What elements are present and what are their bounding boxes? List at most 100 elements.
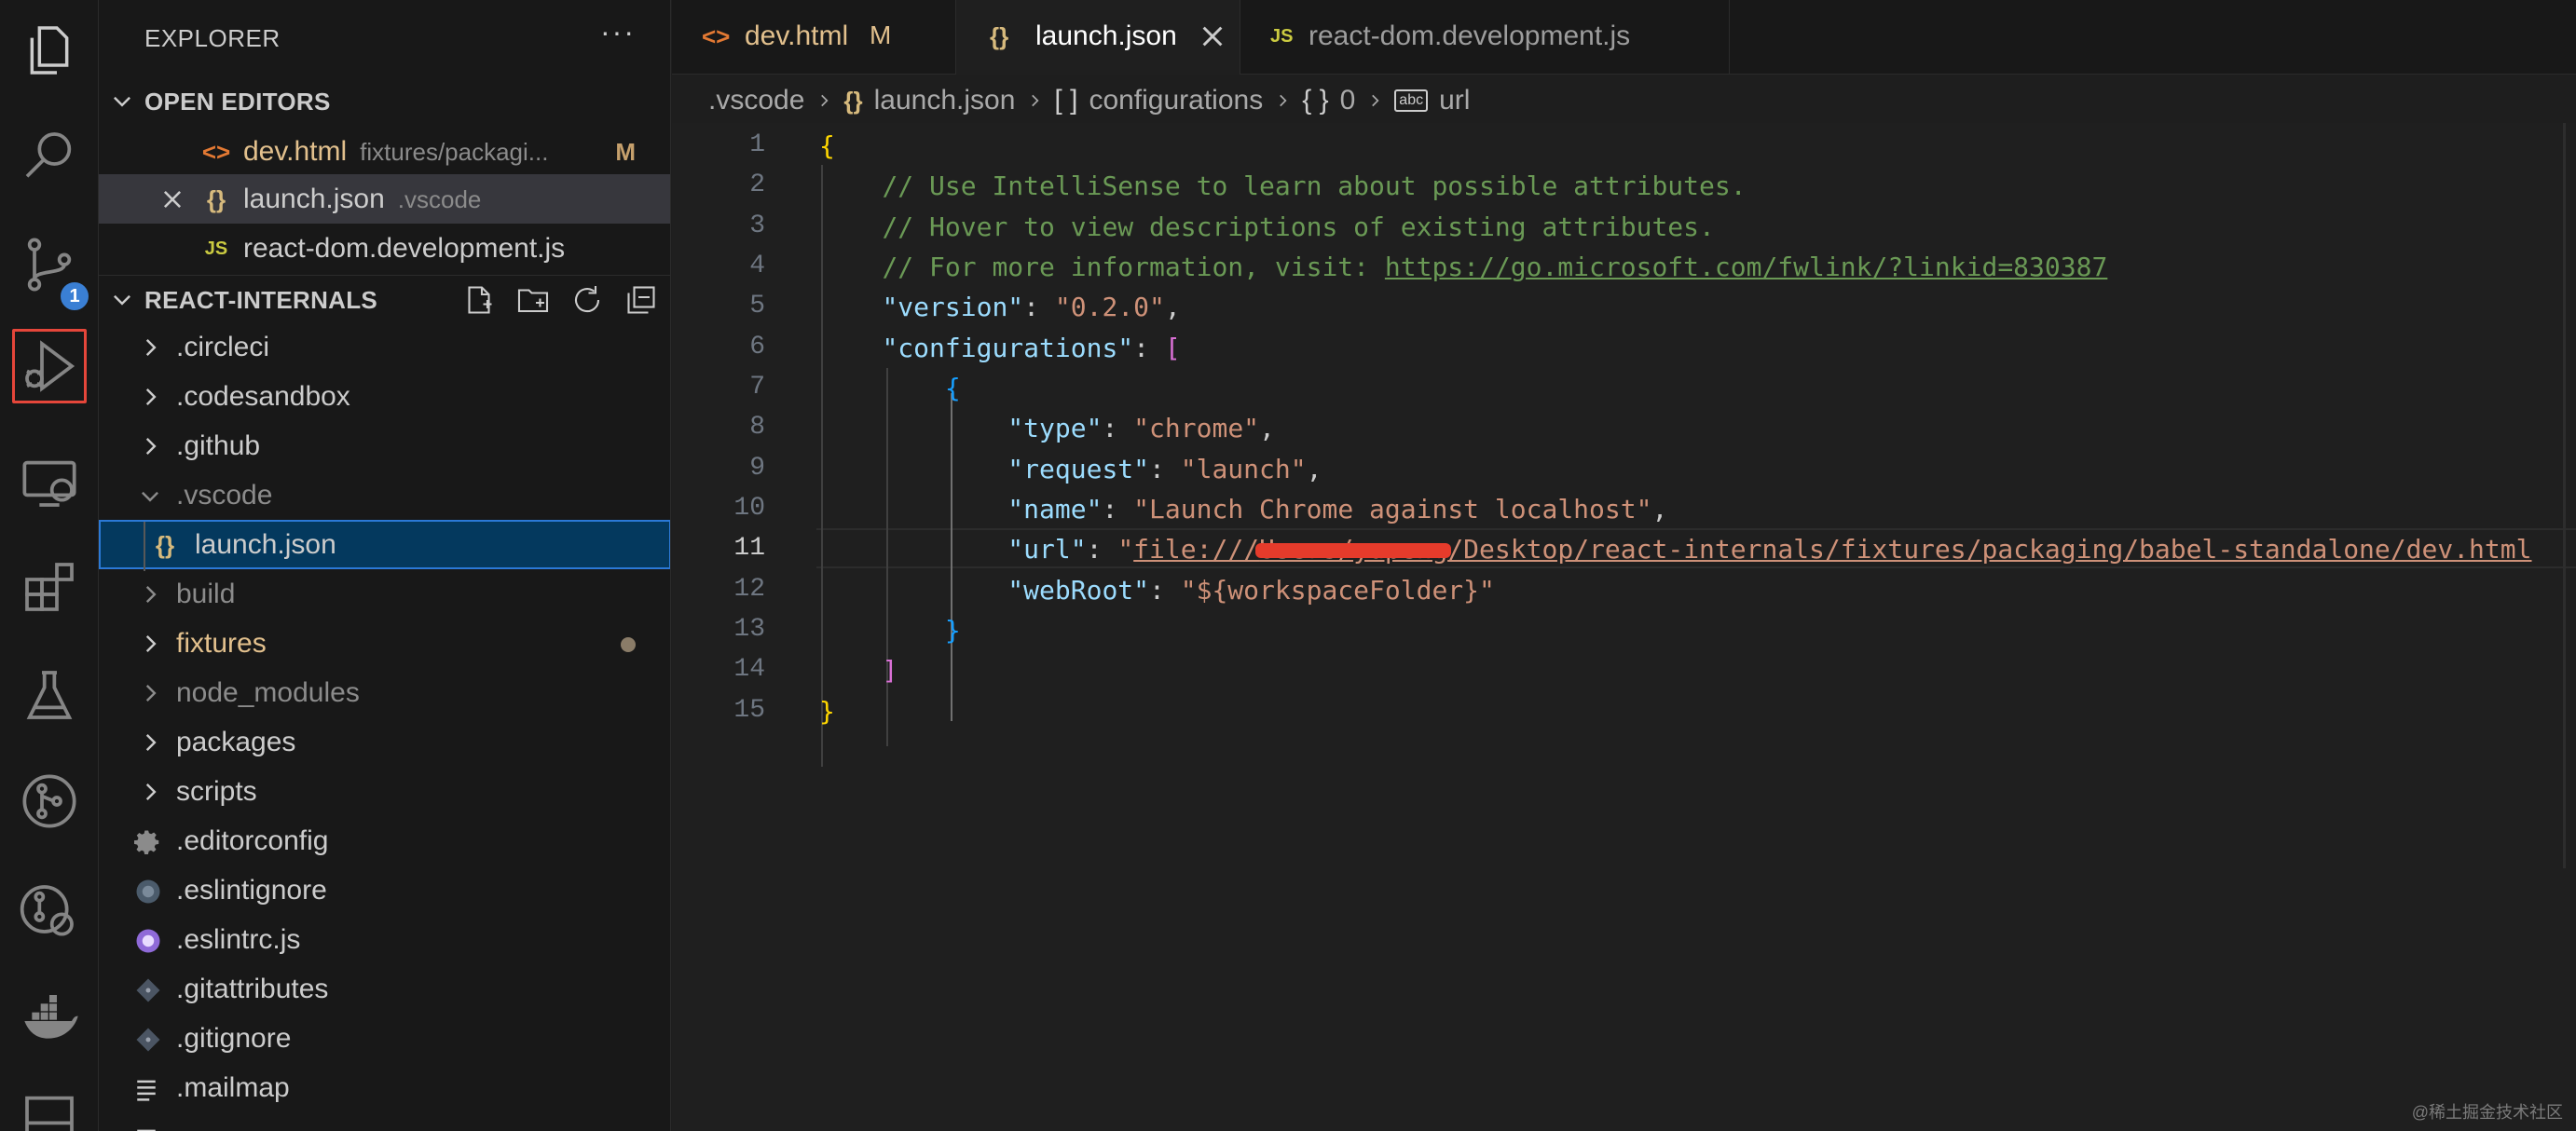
- collapse-all-icon[interactable]: [624, 283, 658, 317]
- tree-label: .codesandbox: [176, 381, 350, 412]
- sidebar-title: EXPLORER: [144, 24, 281, 52]
- chevron-right-icon: [1032, 94, 1039, 107]
- line-number: 15: [733, 696, 765, 725]
- tree-folder[interactable]: .github: [99, 421, 670, 470]
- eslint-icon: [136, 929, 160, 953]
- line-number: 5: [749, 292, 765, 320]
- tree-label: node_modules: [176, 677, 360, 708]
- tree-folder[interactable]: fixtures: [99, 619, 670, 668]
- tree-folder[interactable]: build: [99, 569, 670, 619]
- open-editor-desc: .vscode: [397, 185, 482, 213]
- chevron-right-icon: [145, 388, 157, 405]
- search-icon[interactable]: [12, 119, 87, 194]
- code-line: ]: [882, 655, 898, 686]
- code-line: }: [819, 696, 835, 727]
- tree-label: .vscode: [176, 480, 273, 511]
- line-number: 12: [733, 575, 765, 604]
- tree-file[interactable]: .eslintignore: [99, 865, 670, 915]
- gitlens-icon[interactable]: [12, 764, 87, 838]
- code-line: {: [819, 130, 835, 161]
- editor-tabs: <> dev.html M {} launch.json JS react-do…: [672, 0, 2576, 75]
- tree-file[interactable]: .gitattributes: [99, 964, 670, 1014]
- chevron-right-icon: [145, 586, 157, 603]
- tree-label: fixtures: [176, 628, 267, 659]
- breadcrumb-item[interactable]: 0: [1340, 85, 1356, 116]
- git-icon: [136, 978, 160, 1002]
- tree-folder[interactable]: packages: [99, 717, 670, 767]
- git-graph-icon[interactable]: [12, 872, 87, 947]
- modified-dot: [621, 637, 636, 652]
- project-section[interactable]: REACT-INTERNALS: [99, 275, 670, 321]
- run-debug-icon[interactable]: [12, 329, 87, 403]
- open-editor-item[interactable]: {} launch.json .vscode: [99, 174, 670, 224]
- close-icon[interactable]: [1199, 22, 1226, 50]
- chevron-down-icon: [114, 96, 130, 107]
- breadcrumb-item[interactable]: url: [1439, 85, 1470, 116]
- breadcrumb-item[interactable]: launch.json: [874, 85, 1016, 116]
- array-icon: [ ]: [1054, 85, 1078, 116]
- source-control-icon[interactable]: 1: [12, 227, 91, 313]
- code-line: {: [944, 373, 961, 403]
- tree-label: packages: [176, 727, 296, 757]
- explorer-sidebar: EXPLORER ··· OPEN EDITORS <> dev.html fix…: [99, 0, 671, 1131]
- tree-folder-open[interactable]: .vscode: [99, 470, 670, 520]
- new-file-icon[interactable]: [462, 283, 496, 317]
- explorer-icon[interactable]: [12, 13, 87, 88]
- open-editors-section[interactable]: OPEN EDITORS: [99, 77, 670, 124]
- remote-explorer-icon[interactable]: [12, 445, 87, 520]
- watermark: @稀土掘金技术社区: [2411, 1103, 2563, 1122]
- tree-label: .eslintrc.js: [176, 924, 301, 955]
- tree-file-selected[interactable]: {} launch.json: [99, 520, 670, 571]
- activity-bar: 1: [0, 0, 99, 1131]
- scrollbar[interactable]: [2563, 123, 2566, 868]
- gear-icon: [134, 830, 159, 854]
- code-line: }: [944, 615, 961, 646]
- remote-icon[interactable]: [12, 1081, 87, 1131]
- line-number: 11: [733, 534, 765, 563]
- tree-file[interactable]: .eslintrc.js: [99, 915, 670, 964]
- tree-folder[interactable]: node_modules: [99, 668, 670, 717]
- tree-folder[interactable]: .codesandbox: [99, 372, 670, 421]
- tab-label: dev.html: [745, 20, 849, 51]
- tab-label: react-dom.development.js: [1309, 20, 1631, 51]
- new-folder-icon[interactable]: [516, 283, 550, 317]
- code-line: // Use IntelliSense to learn about possi…: [882, 170, 1747, 201]
- line-number: 14: [733, 655, 765, 684]
- tab-dev-html[interactable]: <> dev.html M: [672, 0, 956, 75]
- breadcrumb-item[interactable]: configurations: [1089, 85, 1263, 116]
- line-number: 9: [749, 454, 765, 483]
- list-icon: [137, 1129, 156, 1131]
- list-icon: [137, 1080, 156, 1101]
- tree-folder[interactable]: scripts: [99, 767, 670, 816]
- more-actions-icon[interactable]: ···: [600, 15, 636, 49]
- tree-folder[interactable]: .circleci: [99, 322, 670, 372]
- close-icon[interactable]: [160, 187, 185, 211]
- line-number: 6: [749, 333, 765, 361]
- extensions-icon[interactable]: [12, 550, 87, 624]
- tab-react-dom[interactable]: JS react-dom.development.js: [1240, 0, 1730, 75]
- modified-badge: M: [870, 20, 892, 49]
- breadcrumb-item[interactable]: .vscode: [708, 85, 804, 116]
- chevron-right-icon: [145, 339, 157, 356]
- json-file-icon: {}: [990, 22, 1009, 50]
- section-actions: [462, 283, 658, 317]
- chevron-right-icon: [145, 734, 157, 751]
- json-file-icon: {}: [155, 530, 175, 559]
- tree-file[interactable]: .editorconfig: [99, 816, 670, 865]
- tree-label: launch.json: [195, 529, 336, 560]
- chevron-down-icon: [114, 294, 130, 306]
- open-editor-item[interactable]: <> dev.html fixtures/packagi... M: [99, 127, 670, 176]
- open-editor-item[interactable]: JS react-dom.development.js: [99, 224, 670, 273]
- tree-file[interactable]: .mailmap: [99, 1063, 670, 1112]
- code-line: // For more information, visit: https://…: [882, 252, 2108, 282]
- json-file-icon: {}: [206, 184, 226, 213]
- comment-link[interactable]: https://go.microsoft.com/fwlink/?linkid=…: [1385, 252, 2107, 282]
- tree-file[interactable]: .nvmrc: [99, 1112, 670, 1131]
- testing-icon[interactable]: [12, 658, 87, 732]
- refresh-icon[interactable]: [570, 283, 604, 317]
- docker-icon[interactable]: [12, 980, 87, 1055]
- tab-launch-json[interactable]: {} launch.json: [956, 0, 1240, 75]
- tree-file[interactable]: .gitignore: [99, 1014, 670, 1063]
- code-editor[interactable]: 1 2 3 4 5 6 7 8 9 10 11 12 13 14 15 { //…: [672, 123, 2576, 1131]
- string-icon: abc: [1394, 89, 1429, 112]
